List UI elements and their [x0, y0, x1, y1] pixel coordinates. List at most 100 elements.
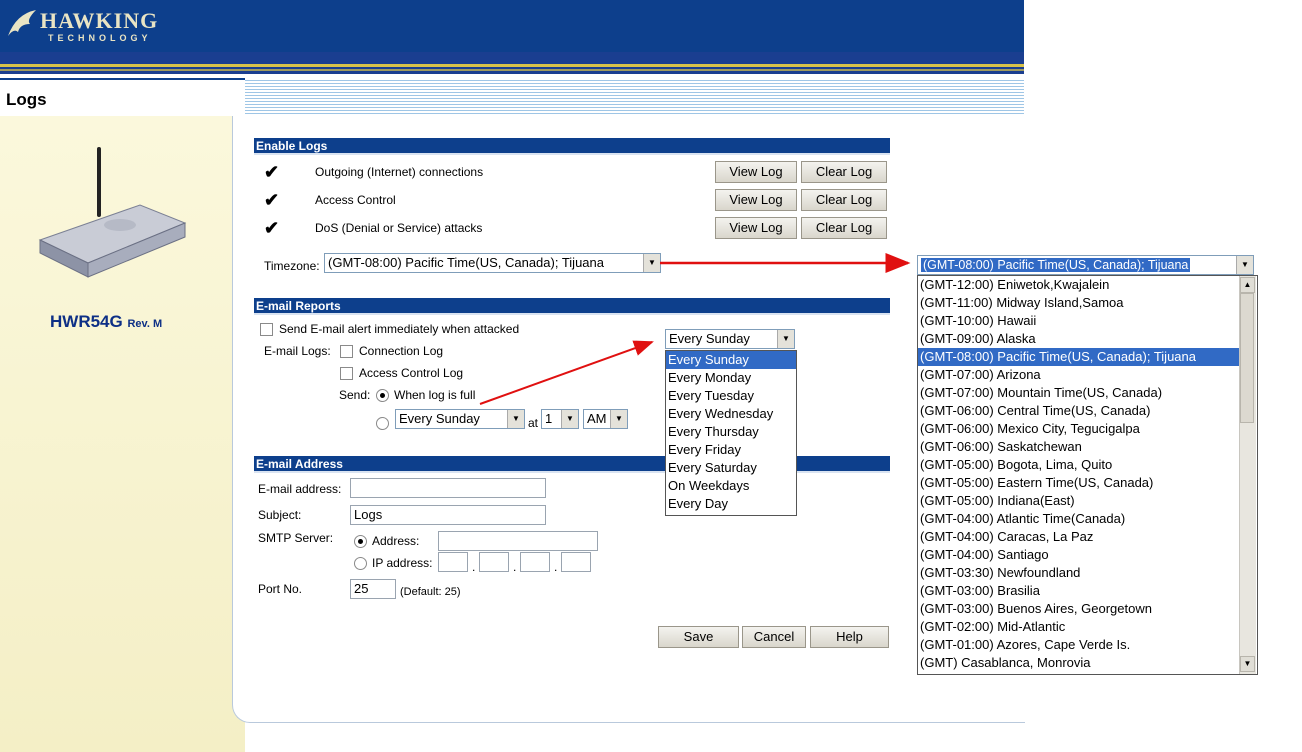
view-log-access-button[interactable]: View Log — [715, 189, 797, 211]
ip-dot: . — [513, 560, 517, 574]
timezone-select[interactable]: (GMT-08:00) Pacific Time(US, Canada); Ti… — [324, 253, 661, 273]
ip-octet-3-input[interactable] — [520, 552, 550, 572]
view-log-dos-button[interactable]: View Log — [715, 217, 797, 239]
send-label: Send: — [339, 388, 371, 402]
dos-checkbox[interactable]: ✔ — [264, 219, 279, 237]
smtp-address-input[interactable] — [438, 531, 598, 551]
timezone-option[interactable]: (GMT) Casablanca, Monrovia — [918, 654, 1257, 672]
ampm-select[interactable]: AM ▼ — [583, 409, 628, 429]
timezone-option[interactable]: (GMT-07:00) Arizona — [918, 366, 1257, 384]
ip-dot: . — [472, 560, 476, 574]
day-option[interactable]: Every Sunday — [666, 351, 796, 369]
timezone-option[interactable]: (GMT-07:00) Mountain Time(US, Canada) — [918, 384, 1257, 402]
timezone-option[interactable]: (GMT-05:00) Bogota, Lima, Quito — [918, 456, 1257, 474]
port-input[interactable]: 25 — [350, 579, 396, 599]
clear-log-access-button[interactable]: Clear Log — [801, 189, 887, 211]
chevron-down-icon[interactable]: ▼ — [561, 410, 578, 428]
port-label: Port No. — [258, 582, 303, 596]
timezone-option[interactable]: (GMT-12:00) Eniwetok,Kwajalein — [918, 276, 1257, 294]
timezone-dropdown-value: (GMT-08:00) Pacific Time(US, Canada); Ti… — [921, 258, 1191, 272]
timezone-option[interactable]: (GMT-02:00) Mid-Atlantic — [918, 618, 1257, 636]
scroll-up-icon[interactable]: ▲ — [1240, 277, 1255, 293]
outgoing-checkbox[interactable]: ✔ — [264, 163, 279, 181]
cancel-button[interactable]: Cancel — [742, 626, 806, 648]
model-revision: Rev. M — [127, 318, 163, 330]
page-title: Logs — [6, 90, 47, 109]
hour-select[interactable]: 1 ▼ — [541, 409, 579, 429]
connection-log-label: Connection Log — [359, 344, 444, 358]
connection-log-checkbox[interactable] — [340, 345, 353, 358]
clear-log-outgoing-button[interactable]: Clear Log — [801, 161, 887, 183]
save-button[interactable]: Save — [658, 626, 739, 648]
timezone-option[interactable]: (GMT-04:00) Santiago — [918, 546, 1257, 564]
chevron-down-icon[interactable]: ▼ — [643, 254, 660, 272]
timezone-option[interactable]: (GMT-04:00) Atlantic Time(Canada) — [918, 510, 1257, 528]
logo-name: HAWKING — [40, 8, 159, 33]
chevron-down-icon[interactable]: ▼ — [1236, 256, 1253, 274]
ip-octet-2-input[interactable] — [479, 552, 509, 572]
day-option[interactable]: Every Day — [666, 495, 796, 513]
model-name: HWR54G — [50, 312, 123, 331]
subject-input[interactable]: Logs — [350, 505, 546, 525]
header-stripe — [0, 52, 1024, 74]
when-full-radio[interactable] — [376, 389, 389, 402]
day-dropdown-select[interactable]: Every Sunday ▼ — [665, 329, 795, 349]
day-option[interactable]: Every Friday — [666, 441, 796, 459]
smtp-ip-label: IP address: — [372, 556, 433, 570]
alert-checkbox[interactable] — [260, 323, 273, 336]
access-control-log-checkbox[interactable] — [340, 367, 353, 380]
ip-dot: . — [554, 560, 558, 574]
timezone-option[interactable]: (GMT-04:00) Caracas, La Paz — [918, 528, 1257, 546]
alert-label: Send E-mail alert immediately when attac… — [279, 322, 520, 336]
timezone-option[interactable]: (GMT-05:00) Indiana(East) — [918, 492, 1257, 510]
day-option[interactable]: Every Saturday — [666, 459, 796, 477]
timezone-label: Timezone: — [264, 259, 320, 273]
timezone-option[interactable]: (GMT-06:00) Saskatchewan — [918, 438, 1257, 456]
timezone-dropdown-select[interactable]: (GMT-08:00) Pacific Time(US, Canada); Ti… — [917, 255, 1254, 275]
help-button[interactable]: Help — [810, 626, 889, 648]
day-option[interactable]: Every Thursday — [666, 423, 796, 441]
hawk-emblem-icon — [8, 10, 36, 36]
smtp-address-label: Address: — [372, 534, 420, 548]
timezone-scrollbar-thumb[interactable] — [1240, 293, 1254, 423]
timezone-option[interactable]: (GMT-03:30) Newfoundland — [918, 564, 1257, 582]
schedule-radio[interactable] — [376, 417, 389, 430]
timezone-dropdown-list: (GMT-12:00) Eniwetok,Kwajalein (GMT-11:0… — [917, 275, 1258, 675]
timezone-option[interactable]: (GMT-03:00) Brasilia — [918, 582, 1257, 600]
access-control-label: Access Control — [315, 193, 396, 207]
timezone-option[interactable]: (GMT-03:00) Buenos Aires, Georgetown — [918, 600, 1257, 618]
email-reports-header: E-mail Reports — [254, 298, 890, 315]
hour-select-value: 1 — [545, 411, 553, 426]
timezone-option[interactable]: (GMT-01:00) Azores, Cape Verde Is. — [918, 636, 1257, 654]
enable-logs-header: Enable Logs — [254, 138, 890, 155]
day-select-value: Every Sunday — [399, 411, 480, 426]
access-control-checkbox[interactable]: ✔ — [264, 191, 279, 209]
email-address-input[interactable] — [350, 478, 546, 498]
timezone-option[interactable]: (GMT-10:00) Hawaii — [918, 312, 1257, 330]
clear-log-dos-button[interactable]: Clear Log — [801, 217, 887, 239]
day-select[interactable]: Every Sunday ▼ — [395, 409, 525, 429]
view-log-outgoing-button[interactable]: View Log — [715, 161, 797, 183]
day-option[interactable]: Every Wednesday — [666, 405, 796, 423]
timezone-select-value: (GMT-08:00) Pacific Time(US, Canada); Ti… — [328, 255, 604, 270]
chevron-down-icon[interactable]: ▼ — [610, 410, 627, 428]
ip-octet-4-input[interactable] — [561, 552, 591, 572]
timezone-option[interactable]: (GMT-06:00) Central Time(US, Canada) — [918, 402, 1257, 420]
smtp-ip-radio[interactable] — [354, 557, 367, 570]
dos-label: DoS (Denial or Service) attacks — [315, 221, 483, 235]
timezone-option[interactable]: (GMT-09:00) Alaska — [918, 330, 1257, 348]
chevron-down-icon[interactable]: ▼ — [507, 410, 524, 428]
timezone-option[interactable]: (GMT-08:00) Pacific Time(US, Canada); Ti… — [918, 348, 1240, 366]
chevron-down-icon[interactable]: ▼ — [777, 330, 794, 348]
page-title-tab: Logs — [0, 78, 245, 118]
scroll-down-icon[interactable]: ▼ — [1240, 656, 1255, 672]
smtp-address-radio[interactable] — [354, 535, 367, 548]
timezone-option[interactable]: (GMT-05:00) Eastern Time(US, Canada) — [918, 474, 1257, 492]
timezone-option[interactable]: (GMT-06:00) Mexico City, Tegucigalpa — [918, 420, 1257, 438]
day-option[interactable]: On Weekdays — [666, 477, 796, 495]
timezone-option[interactable]: (GMT-11:00) Midway Island,Samoa — [918, 294, 1257, 312]
ip-octet-1-input[interactable] — [438, 552, 468, 572]
day-option[interactable]: Every Monday — [666, 369, 796, 387]
day-option[interactable]: Every Tuesday — [666, 387, 796, 405]
smtp-server-label: SMTP Server: — [258, 531, 334, 545]
